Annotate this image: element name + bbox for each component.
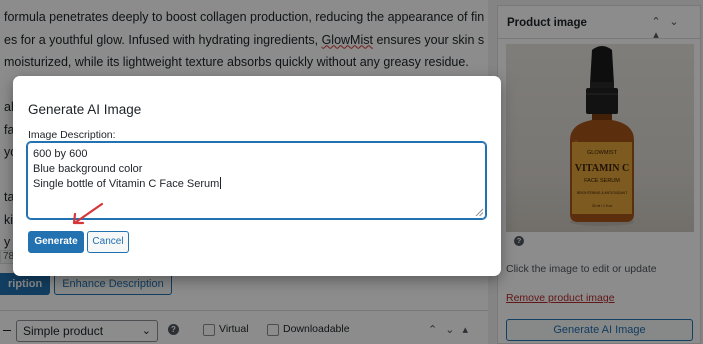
generate-button[interactable]: Generate [28,231,84,253]
cancel-button[interactable]: Cancel [87,231,129,253]
textarea-line: 600 by 600 [33,148,88,160]
image-description-label: Image Description: [28,129,116,141]
resize-grip-icon[interactable] [475,208,483,216]
textarea-line: Single bottle of Vitamin C Face Serum [33,178,220,190]
text-cursor [220,177,222,189]
dialog-title: Generate AI Image [28,102,142,117]
annotation-arrow-icon [72,202,104,225]
textarea-line: Blue background color [33,163,143,175]
generate-ai-image-dialog: Generate AI Image Image Description: 600… [13,76,501,276]
textarea-line-last: Single bottle of Vitamin C Face Serum [33,177,480,192]
